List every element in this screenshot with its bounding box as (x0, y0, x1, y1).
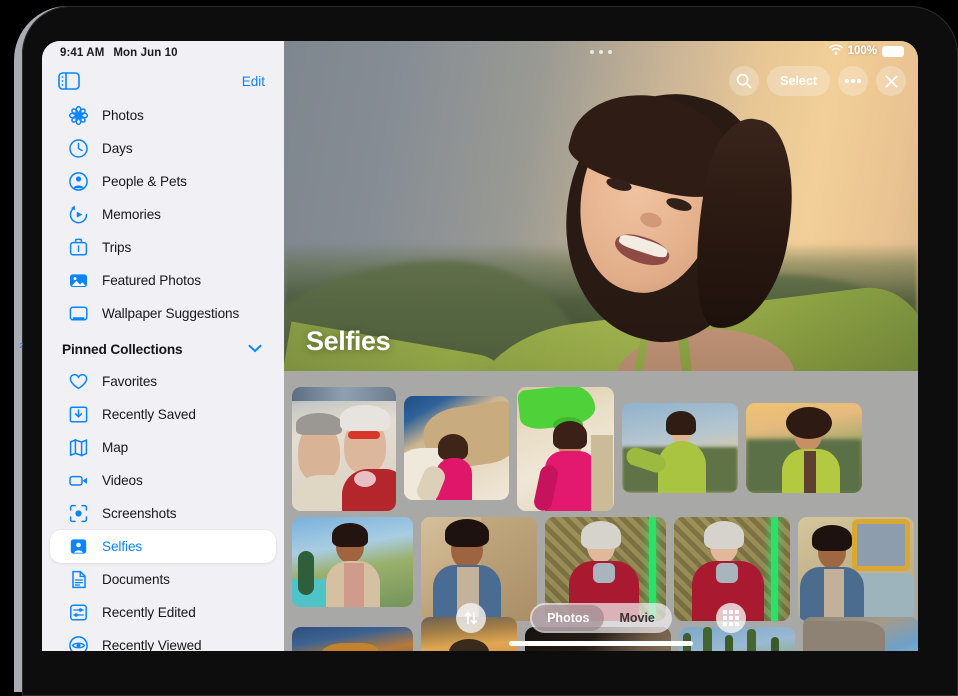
sidebar-item-screenshots[interactable]: Screenshots (50, 497, 276, 530)
selfie-person-icon (68, 536, 89, 557)
clock-icon (68, 138, 89, 159)
sidebar-item-days[interactable]: Days (50, 132, 276, 165)
memories-play-icon (68, 204, 89, 225)
battery-full-icon (882, 46, 904, 57)
grid-row (284, 377, 918, 511)
map-icon (68, 437, 89, 458)
sidebar-item-map[interactable]: Map (50, 431, 276, 464)
photo-grid[interactable]: Photos Movie (284, 371, 918, 651)
sidebar-item-label: Map (102, 440, 128, 455)
screenshot-icon (68, 503, 89, 524)
sidebar-item-label: People & Pets (102, 174, 187, 189)
sidebar-item-label: Featured Photos (102, 273, 201, 288)
ipad-screen: 9:41 AM Mon Jun 10 Edit (42, 41, 918, 651)
sidebar-item-label: Documents (102, 572, 170, 587)
sidebar-item-recently-saved[interactable]: Recently Saved (50, 398, 276, 431)
battery-percent-label: 100% (848, 45, 877, 57)
view-mode-toggle[interactable]: Photos Movie (530, 603, 672, 633)
pinned-collections-header[interactable]: Pinned Collections (42, 333, 284, 365)
photos-flower-icon (68, 105, 89, 126)
sidebar-item-photos[interactable]: Photos (50, 99, 276, 132)
handle-dot (599, 50, 603, 54)
thumb-woman-pink-green-bag[interactable] (517, 387, 614, 511)
sidebar-item-label: Videos (102, 473, 143, 488)
sidebar-item-memories[interactable]: Memories (50, 198, 276, 231)
sliders-icon (68, 602, 89, 623)
close-x-icon[interactable] (876, 66, 906, 96)
status-bar-date: Mon Jun 10 (113, 47, 177, 59)
sidebar-item-documents[interactable]: Documents (50, 563, 276, 596)
sidebar-toolbar: Edit (42, 63, 284, 99)
sidebar-scroll-area[interactable]: Photos Days (42, 99, 284, 651)
sidebar-toggle-icon[interactable] (58, 72, 80, 90)
sidebar-item-label: Favorites (102, 374, 157, 389)
ellipsis-icon[interactable] (838, 66, 868, 96)
sidebar-item-label: Recently Edited (102, 605, 196, 620)
sidebar-item-trips[interactable]: Trips (50, 231, 276, 264)
download-icon (68, 404, 89, 425)
search-icon[interactable] (729, 66, 759, 96)
thumb-couple-portrait[interactable] (292, 387, 396, 511)
sidebar-item-favorites[interactable]: Favorites (50, 365, 276, 398)
sidebar-item-label: Screenshots (102, 506, 176, 521)
hero-header: Selfies 100% (284, 41, 918, 371)
sidebar-item-label: Recently Saved (102, 407, 196, 422)
person-circle-icon (68, 171, 89, 192)
detail-pane: Selfies 100% (284, 41, 918, 651)
view-toggle-option-photos[interactable]: Photos (532, 605, 604, 631)
thumb-woman-pink-canyon[interactable] (404, 396, 509, 500)
sidebar-item-people-and-pets[interactable]: People & Pets (50, 165, 276, 198)
document-icon (68, 569, 89, 590)
multitasking-handle-icon[interactable] (590, 50, 612, 54)
sidebar-item-label: Photos (102, 108, 144, 123)
grid-view-icon[interactable] (716, 603, 746, 633)
sidebar-item-featured-photos[interactable]: Featured Photos (50, 264, 276, 297)
video-camera-icon (68, 470, 89, 491)
wifi-icon (829, 44, 843, 58)
status-bar-left: 9:41 AM Mon Jun 10 (42, 41, 284, 63)
sidebar-item-selfies[interactable]: Selfies (50, 530, 276, 563)
handle-dot (590, 50, 594, 54)
heart-icon (68, 371, 89, 392)
chevron-down-icon[interactable] (248, 340, 262, 358)
sort-arrows-icon[interactable] (456, 603, 486, 633)
select-button[interactable]: Select (767, 66, 830, 96)
sidebar: 9:41 AM Mon Jun 10 Edit (42, 41, 284, 651)
sidebar-item-label: Wallpaper Suggestions (102, 306, 239, 321)
group-title: Pinned Collections (62, 342, 183, 357)
bottom-controls: Photos Movie (284, 603, 918, 633)
thumb-person-curly-green[interactable] (746, 403, 862, 493)
sidebar-item-wallpaper-suggestions[interactable]: Wallpaper Suggestions (50, 297, 276, 330)
view-toggle-option-movie[interactable]: Movie (604, 605, 669, 631)
wallpaper-icon (68, 303, 89, 324)
status-bar-time: 9:41 AM (60, 47, 104, 59)
sidebar-item-label: Selfies (102, 539, 142, 554)
hero-toolbar: Select (729, 66, 906, 96)
sidebar-item-label: Recently Viewed (102, 638, 202, 651)
sidebar-item-label: Days (102, 141, 133, 156)
photo-star-icon (68, 270, 89, 291)
thumb-man-poolside[interactable] (292, 517, 413, 607)
handle-dot (608, 50, 612, 54)
bezel-marker: 2 (18, 342, 25, 351)
thumb-woman-green-sunset[interactable] (622, 403, 738, 493)
sidebar-item-videos[interactable]: Videos (50, 464, 276, 497)
photos-app: 9:41 AM Mon Jun 10 Edit (42, 41, 918, 651)
suitcase-icon (68, 237, 89, 258)
edit-button[interactable]: Edit (239, 72, 268, 91)
home-indicator[interactable] (509, 641, 693, 646)
sidebar-item-recently-viewed[interactable]: Recently Viewed (50, 629, 276, 651)
sidebar-item-label: Trips (102, 240, 131, 255)
sidebar-item-label: Memories (102, 207, 161, 222)
status-bar-right: 100% (829, 44, 904, 58)
eye-icon (68, 635, 89, 651)
sidebar-item-recently-edited[interactable]: Recently Edited (50, 596, 276, 629)
page-title: Selfies (306, 326, 390, 357)
